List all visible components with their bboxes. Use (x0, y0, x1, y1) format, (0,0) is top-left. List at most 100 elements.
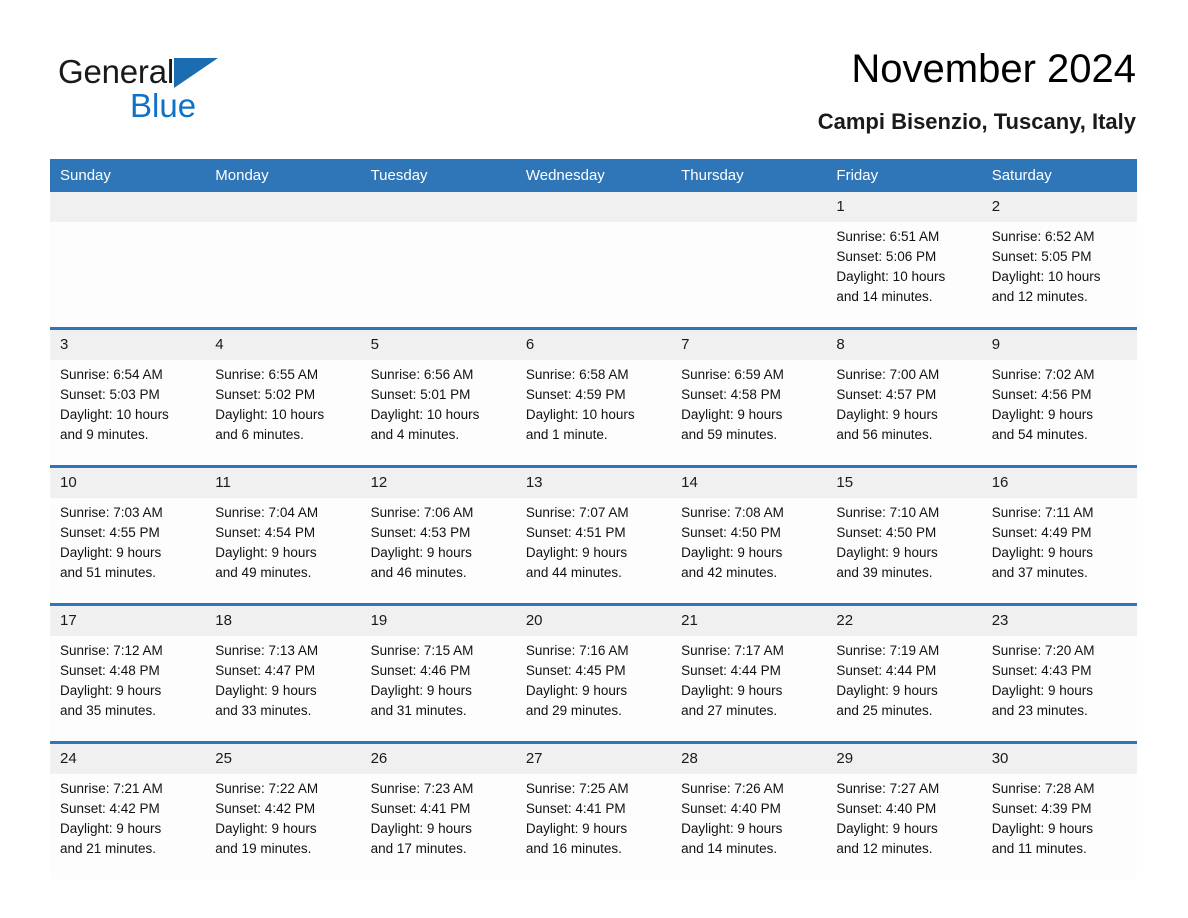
calendar-day-cell[interactable]: 11 Sunrise: 7:04 AM Sunset: 4:54 PM Dayligh… (205, 465, 361, 605)
daylight-text-line1: Daylight: 9 hours (525, 545, 628, 560)
calendar-day-cell[interactable]: 18 Sunrise: 7:13 AM Sunset: 4:47 PM Dayligh… (205, 603, 361, 743)
daylight-text-line2: and 9 minutes. (60, 427, 149, 442)
daylight-text-line1: Daylight: 9 hours (525, 683, 628, 698)
calendar-week-row: 3 Sunrise: 6:54 AM Sunset: 5:03 PM Daylight… (50, 327, 1137, 467)
weekday-header-wednesday: Wednesday (515, 159, 672, 192)
calendar-day-cell[interactable]: 24 Sunrise: 7:21 AM Sunset: 4:42 PM Dayligh… (50, 741, 206, 879)
calendar-day-cell[interactable]: 25 Sunrise: 7:22 AM Sunset: 4:42 PM Dayligh… (205, 741, 361, 879)
general-blue-logo[interactable]: General Blue (58, 54, 318, 134)
day-number: 2 (981, 192, 1137, 222)
sunrise-text: Sunrise: 7:13 AM (215, 643, 319, 658)
sunset-text: Sunset: 4:51 PM (525, 525, 626, 540)
sunset-text: Sunset: 4:53 PM (370, 525, 471, 540)
day-details: Sunrise: 7:15 AM Sunset: 4:46 PM Daylight:… (361, 636, 516, 721)
daylight-text-line1: Daylight: 9 hours (215, 821, 317, 836)
sunrise-text: Sunrise: 7:04 AM (215, 505, 319, 520)
daylight-text-line1: Daylight: 10 hours (991, 269, 1101, 284)
daylight-text-line2: and 33 minutes. (215, 703, 312, 718)
daylight-text-line2: and 17 minutes. (370, 841, 467, 856)
daylight-text-line2: and 49 minutes. (215, 565, 312, 580)
daylight-text-line1: Daylight: 9 hours (991, 545, 1093, 560)
daylight-text-line1: Daylight: 9 hours (60, 683, 162, 698)
calendar-day-cell[interactable]: 28 Sunrise: 7:26 AM Sunset: 4:40 PM Dayligh… (671, 741, 827, 879)
calendar-day-cell[interactable]: 9 Sunrise: 7:02 AM Sunset: 4:56 PM Daylight… (981, 327, 1137, 467)
calendar-day-cell[interactable]: 16 Sunrise: 7:11 AM Sunset: 4:49 PM Dayligh… (981, 465, 1137, 605)
daylight-text-line1: Daylight: 9 hours (215, 545, 317, 560)
day-number: 6 (515, 330, 672, 360)
calendar-day-cell[interactable]: 2 Sunrise: 6:52 AM Sunset: 5:05 PM Daylight… (981, 192, 1137, 329)
calendar-day-cell[interactable]: 7 Sunrise: 6:59 AM Sunset: 4:58 PM Daylight… (671, 327, 827, 467)
page-subtitle: Campi Bisenzio, Tuscany, Italy (817, 109, 1136, 134)
daylight-text-line2: and 27 minutes. (681, 703, 778, 718)
calendar-body: 1 Sunrise: 6:51 AM Sunset: 5:06 PM Daylight… (50, 192, 1137, 879)
weekday-header-thursday: Thursday (671, 159, 827, 192)
sunrise-text: Sunrise: 7:03 AM (60, 505, 163, 520)
daylight-text-line1: Daylight: 9 hours (681, 545, 783, 560)
sunrise-text: Sunrise: 7:16 AM (525, 643, 629, 658)
calendar-day-cell[interactable]: 5 Sunrise: 6:56 AM Sunset: 5:01 PM Daylight… (360, 327, 516, 467)
day-details: Sunrise: 6:59 AM Sunset: 4:58 PM Daylight:… (671, 360, 826, 445)
sunset-text: Sunset: 4:55 PM (60, 525, 160, 540)
day-number: 10 (50, 468, 206, 498)
calendar-day-cell[interactable]: 20 Sunrise: 7:16 AM Sunset: 4:45 PM Dayligh… (515, 603, 672, 743)
daylight-text-line1: Daylight: 10 hours (60, 407, 169, 422)
calendar-day-cell[interactable]: 1 Sunrise: 6:51 AM Sunset: 5:06 PM Daylight… (826, 192, 982, 329)
logo-word-blue: Blue (130, 87, 197, 124)
calendar-day-cell[interactable]: 10 Sunrise: 7:03 AM Sunset: 4:55 PM Dayligh… (50, 465, 206, 605)
day-details: Sunrise: 6:56 AM Sunset: 5:01 PM Daylight:… (361, 360, 516, 445)
weekday-header-tuesday: Tuesday (360, 159, 516, 192)
calendar-day-cell-empty (360, 192, 516, 329)
daylight-text-line2: and 54 minutes. (991, 427, 1088, 442)
day-details: Sunrise: 7:00 AM Sunset: 4:57 PM Daylight:… (826, 360, 981, 445)
calendar-day-cell[interactable]: 30 Sunrise: 7:28 AM Sunset: 4:39 PM Dayligh… (981, 741, 1137, 879)
sunset-text: Sunset: 4:43 PM (991, 663, 1092, 678)
calendar-day-cell[interactable]: 26 Sunrise: 7:23 AM Sunset: 4:41 PM Dayligh… (360, 741, 516, 879)
calendar-day-cell[interactable]: 6 Sunrise: 6:58 AM Sunset: 4:59 PM Daylight… (515, 327, 672, 467)
daylight-text-line2: and 56 minutes. (836, 427, 933, 442)
sunrise-text: Sunrise: 7:19 AM (836, 643, 940, 658)
calendar-day-cell[interactable]: 4 Sunrise: 6:55 AM Sunset: 5:02 PM Daylight… (205, 327, 361, 467)
calendar-table: Sunday Monday Tuesday Wednesday Thursday… (50, 159, 1137, 879)
sunset-text: Sunset: 4:59 PM (525, 387, 626, 402)
daylight-text-line1: Daylight: 9 hours (836, 545, 938, 560)
daylight-text-line2: and 12 minutes. (991, 289, 1088, 304)
daylight-text-line2: and 21 minutes. (60, 841, 157, 856)
day-number: 19 (360, 606, 516, 636)
sunrise-text: Sunrise: 6:58 AM (525, 367, 629, 382)
calendar-day-cell[interactable]: 21 Sunrise: 7:17 AM Sunset: 4:44 PM Dayligh… (671, 603, 827, 743)
calendar-day-cell[interactable]: 13 Sunrise: 7:07 AM Sunset: 4:51 PM Dayligh… (515, 465, 672, 605)
day-number: 8 (826, 330, 982, 360)
sunset-text: Sunset: 4:42 PM (60, 801, 160, 816)
calendar-day-cell[interactable]: 12 Sunrise: 7:06 AM Sunset: 4:53 PM Dayligh… (360, 465, 516, 605)
day-details: Sunrise: 6:52 AM Sunset: 5:05 PM Daylight:… (982, 222, 1137, 307)
daylight-text-line2: and 37 minutes. (991, 565, 1088, 580)
calendar-day-cell[interactable]: 15 Sunrise: 7:10 AM Sunset: 4:50 PM Dayligh… (826, 465, 982, 605)
day-details: Sunrise: 7:23 AM Sunset: 4:41 PM Daylight:… (361, 774, 516, 859)
day-number: 18 (205, 606, 361, 636)
calendar-day-cell[interactable]: 29 Sunrise: 7:27 AM Sunset: 4:40 PM Dayligh… (826, 741, 982, 879)
sunset-text: Sunset: 4:46 PM (370, 663, 471, 678)
calendar-day-cell-empty (671, 192, 827, 329)
day-number: 14 (671, 468, 827, 498)
calendar-day-cell[interactable]: 22 Sunrise: 7:19 AM Sunset: 4:44 PM Dayligh… (826, 603, 982, 743)
sunrise-text: Sunrise: 7:00 AM (836, 367, 940, 382)
daylight-text-line1: Daylight: 9 hours (525, 821, 628, 836)
sunrise-text: Sunrise: 7:27 AM (836, 781, 940, 796)
sunrise-text: Sunrise: 7:06 AM (370, 505, 474, 520)
calendar-day-cell[interactable]: 3 Sunrise: 6:54 AM Sunset: 5:03 PM Daylight… (50, 327, 206, 467)
calendar-day-cell[interactable]: 8 Sunrise: 7:00 AM Sunset: 4:57 PM Daylight… (826, 327, 982, 467)
day-details: Sunrise: 6:54 AM Sunset: 5:03 PM Daylight:… (50, 360, 205, 445)
daylight-text-line2: and 1 minute. (525, 427, 608, 442)
weekday-header-sunday: Sunday (50, 159, 206, 192)
daylight-text-line1: Daylight: 9 hours (60, 545, 162, 560)
calendar-day-cell[interactable]: 19 Sunrise: 7:15 AM Sunset: 4:46 PM Dayligh… (360, 603, 516, 743)
daylight-text-line1: Daylight: 10 hours (836, 269, 946, 284)
calendar-day-cell[interactable]: 27 Sunrise: 7:25 AM Sunset: 4:41 PM Dayligh… (515, 741, 672, 879)
sunrise-text: Sunrise: 7:22 AM (215, 781, 319, 796)
calendar-day-cell[interactable]: 23 Sunrise: 7:20 AM Sunset: 4:43 PM Dayligh… (981, 603, 1137, 743)
sunrise-text: Sunrise: 7:20 AM (991, 643, 1095, 658)
daylight-text-line1: Daylight: 9 hours (836, 821, 938, 836)
calendar-day-cell[interactable]: 14 Sunrise: 7:08 AM Sunset: 4:50 PM Dayligh… (671, 465, 827, 605)
day-number: 30 (981, 744, 1137, 774)
calendar-day-cell[interactable]: 17 Sunrise: 7:12 AM Sunset: 4:48 PM Dayligh… (50, 603, 206, 743)
